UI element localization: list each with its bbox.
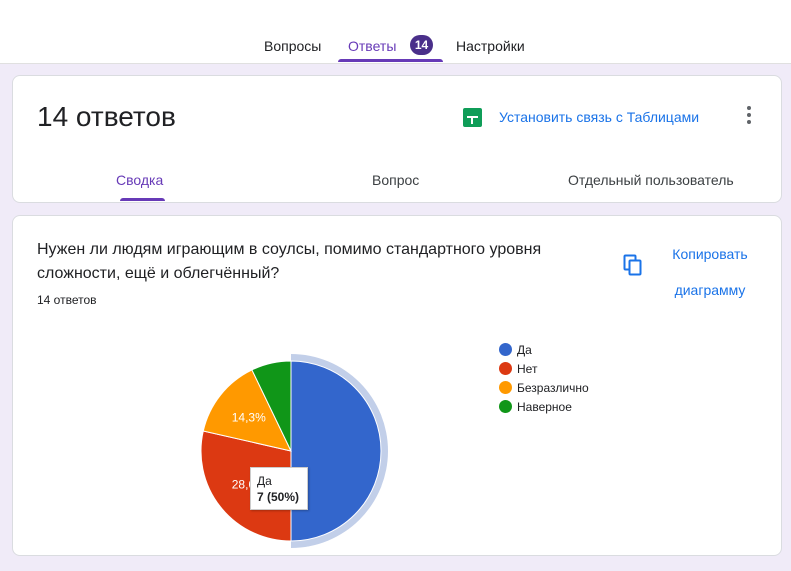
copy-chart-button[interactable]: Копировать диаграмму — [619, 236, 769, 298]
chart-tooltip: Да 7 (50%) — [250, 467, 308, 510]
sheets-icon — [463, 107, 482, 127]
copy-icon — [623, 254, 642, 276]
pie-slice-label-3: 14,3% — [232, 410, 266, 424]
legend-item-3[interactable]: Безразлично — [499, 378, 589, 397]
tooltip-label: Да — [257, 474, 272, 488]
responses-summary-card: 14 ответов Установить связь с Таблицами … — [12, 75, 782, 203]
responses-count-title: 14 ответов — [37, 101, 176, 132]
subtab-question[interactable]: Вопрос — [372, 172, 419, 188]
active-tab-indicator — [338, 59, 443, 62]
legend-swatch — [499, 343, 512, 356]
legend-swatch — [499, 381, 512, 394]
question-response-count: 14 ответов — [37, 293, 97, 307]
legend-swatch — [499, 362, 512, 375]
tab-questions[interactable]: Вопросы — [264, 38, 321, 54]
copy-chart-label: Копировать диаграмму — [672, 246, 748, 298]
legend-item-4[interactable]: Наверное — [499, 397, 589, 416]
pie-slice-1[interactable] — [290, 360, 382, 542]
tab-settings[interactable]: Настройки — [456, 38, 525, 54]
active-subtab-indicator — [120, 198, 165, 201]
legend-label: Нет — [517, 361, 538, 376]
legend-label: Да — [517, 342, 532, 357]
legend-swatch — [499, 400, 512, 413]
legend-item-1[interactable]: Да — [499, 340, 589, 359]
subtab-individual[interactable]: Отдельный пользователь — [568, 172, 734, 188]
link-to-sheets-button[interactable]: Установить связь с Таблицами — [463, 105, 699, 129]
legend-item-2[interactable]: Нет — [499, 359, 589, 378]
question-title: Нужен ли людям играющим в соулсы, помимо… — [37, 241, 542, 282]
legend-label: Наверное — [517, 399, 572, 414]
top-tab-bar: Вопросы Ответы 14 Настройки — [0, 0, 791, 64]
pie-chart: 28,6%14,3% — [200, 354, 388, 548]
answers-count-badge: 14 — [410, 35, 433, 55]
subtab-summary[interactable]: Сводка — [116, 172, 163, 188]
tooltip-value: 7 (50%) — [257, 490, 300, 504]
chart-legend: Да Нет Безразлично Наверное — [499, 340, 589, 416]
link-to-sheets-label: Установить связь с Таблицами — [499, 109, 700, 125]
legend-label: Безразлично — [517, 380, 589, 395]
tab-answers[interactable]: Ответы — [348, 38, 396, 54]
more-vert-icon[interactable] — [746, 106, 752, 126]
question-summary-card: Нужен ли людям играющим в соулсы, помимо… — [12, 215, 782, 556]
